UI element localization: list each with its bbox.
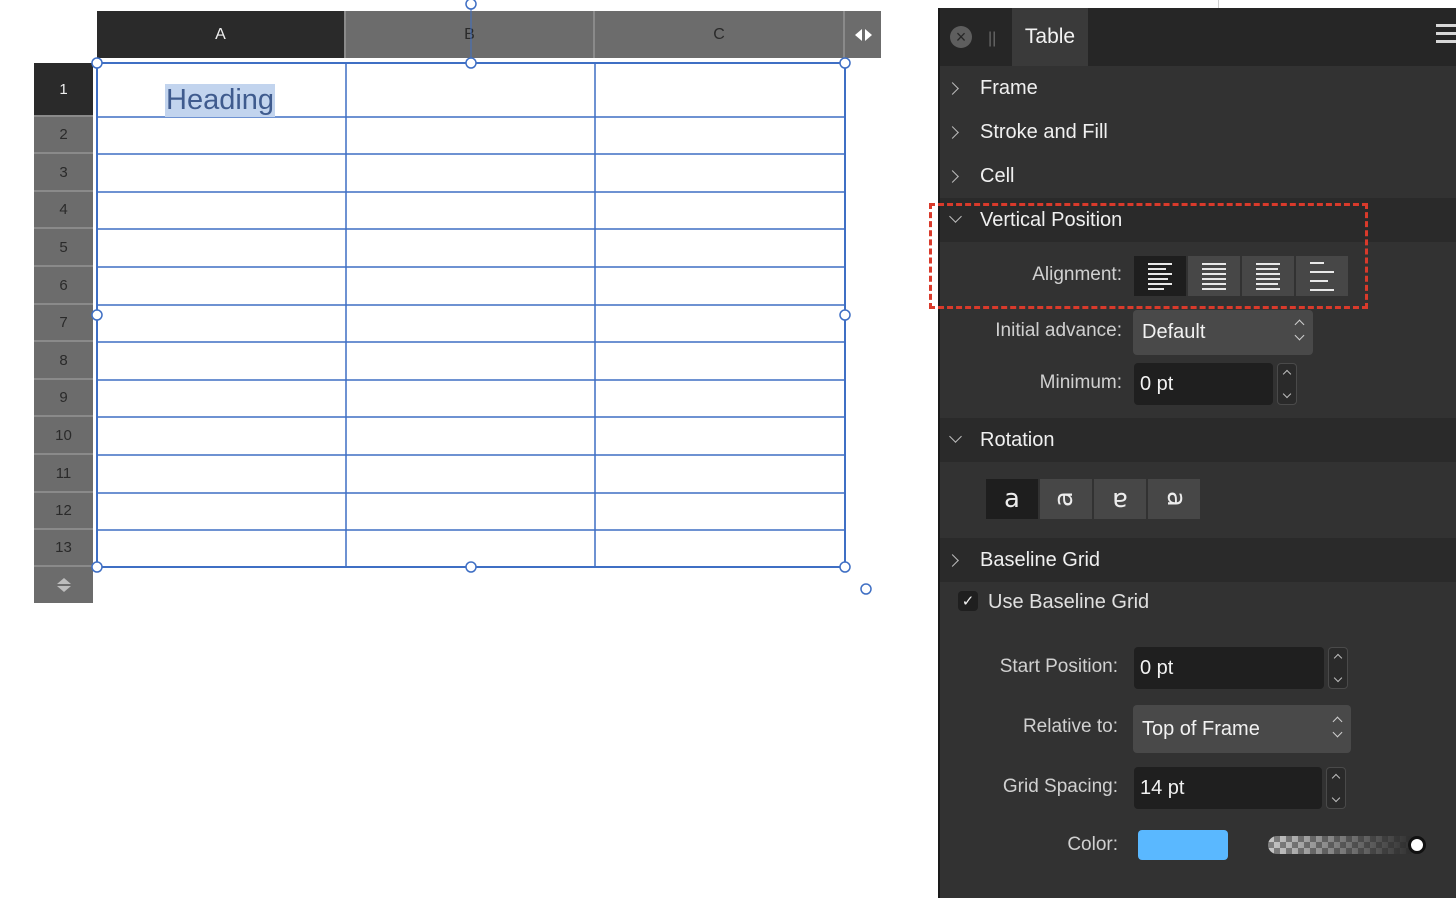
chevron-right-icon	[946, 82, 959, 95]
rotation-180-glyph: ɐ	[1112, 484, 1128, 514]
grid-spacing-stepper[interactable]	[1326, 767, 1346, 809]
grid-spacing-input[interactable]: 14 pt	[1134, 767, 1322, 809]
section-label: Frame	[980, 76, 1038, 99]
resize-handle[interactable]	[465, 57, 477, 69]
chevron-right-icon	[946, 554, 959, 567]
resize-handle[interactable]	[839, 309, 851, 321]
panel-titlebar: × || Table	[940, 8, 1456, 66]
initial-advance-value: Default	[1142, 321, 1206, 343]
updown-icon	[1294, 319, 1305, 341]
use-baseline-grid-label: Use Baseline Grid	[988, 591, 1150, 613]
opacity-slider-knob[interactable]	[1408, 836, 1426, 854]
cell-a1-text[interactable]: Heading	[165, 84, 276, 117]
section-stroke-and-fill[interactable]: Stroke and Fill	[940, 110, 1456, 154]
resize-handle[interactable]	[465, 561, 477, 573]
grip-icon[interactable]: ||	[988, 30, 996, 48]
section-label: Stroke and Fill	[980, 120, 1108, 143]
corner-handle[interactable]	[860, 583, 872, 595]
chevron-down-icon	[949, 430, 962, 443]
color-label: Color:	[1067, 834, 1118, 855]
relative-to-select[interactable]: Top of Frame	[1133, 705, 1351, 753]
resize-handle[interactable]	[839, 561, 851, 573]
resize-handle[interactable]	[839, 57, 851, 69]
relative-to-label: Relative to:	[1022, 716, 1118, 737]
section-label: Rotation	[980, 428, 1055, 451]
chevron-right-icon	[946, 126, 959, 139]
rotation-0-button[interactable]: a	[986, 479, 1038, 519]
rotation-90-button[interactable]: ɐ	[1040, 479, 1092, 519]
chevron-right-icon	[946, 170, 959, 183]
resize-handle[interactable]	[91, 561, 103, 573]
minimum-label: Minimum:	[1039, 372, 1122, 393]
minimum-stepper[interactable]	[1277, 363, 1297, 405]
minimum-input[interactable]: 0 pt	[1134, 363, 1273, 405]
menu-icon[interactable]	[1436, 24, 1456, 43]
rotation-180-button[interactable]: ɐ	[1094, 479, 1146, 519]
section-label: Cell	[980, 164, 1015, 187]
color-swatch[interactable]	[1138, 830, 1228, 860]
section-frame[interactable]: Frame	[940, 66, 1456, 110]
start-position-label: Start Position:	[999, 656, 1118, 677]
section-rotation[interactable]: Rotation	[940, 418, 1456, 462]
table-grid[interactable]	[0, 0, 900, 610]
opacity-slider[interactable]	[1268, 836, 1418, 854]
start-position-stepper[interactable]	[1328, 647, 1348, 689]
section-label: Baseline Grid	[980, 548, 1101, 571]
rotation-270-button[interactable]: ɐ	[1148, 479, 1200, 519]
close-icon[interactable]: ×	[950, 26, 972, 48]
section-cell[interactable]: Cell	[940, 154, 1456, 198]
table-panel: × || Table Frame Stroke and Fill Cell Ve…	[938, 8, 1456, 898]
section-baseline-grid[interactable]: Baseline Grid	[940, 538, 1456, 582]
relative-to-value: Top of Frame	[1142, 717, 1260, 740]
initial-advance-select[interactable]: Default	[1133, 310, 1313, 355]
rotation-segmented-control: a ɐ ɐ ɐ	[986, 479, 1200, 519]
resize-handle[interactable]	[91, 309, 103, 321]
initial-advance-label: Initial advance:	[995, 320, 1122, 341]
grid-spacing-label: Grid Spacing:	[1002, 776, 1118, 797]
rotation-90-glyph: ɐ	[1050, 491, 1081, 507]
start-position-input[interactable]: 0 pt	[1134, 647, 1324, 689]
tab-table[interactable]: Table	[1012, 8, 1088, 66]
updown-icon	[1332, 716, 1343, 738]
resize-handle[interactable]	[91, 57, 103, 69]
use-baseline-grid-checkbox[interactable]: ✓	[958, 591, 978, 611]
highlight-annotation	[929, 203, 1368, 309]
rotation-0-glyph: a	[1004, 484, 1020, 514]
rotation-270-glyph: ɐ	[1158, 491, 1189, 507]
rotate-handle[interactable]	[465, 0, 477, 10]
divider	[1218, 0, 1219, 8]
